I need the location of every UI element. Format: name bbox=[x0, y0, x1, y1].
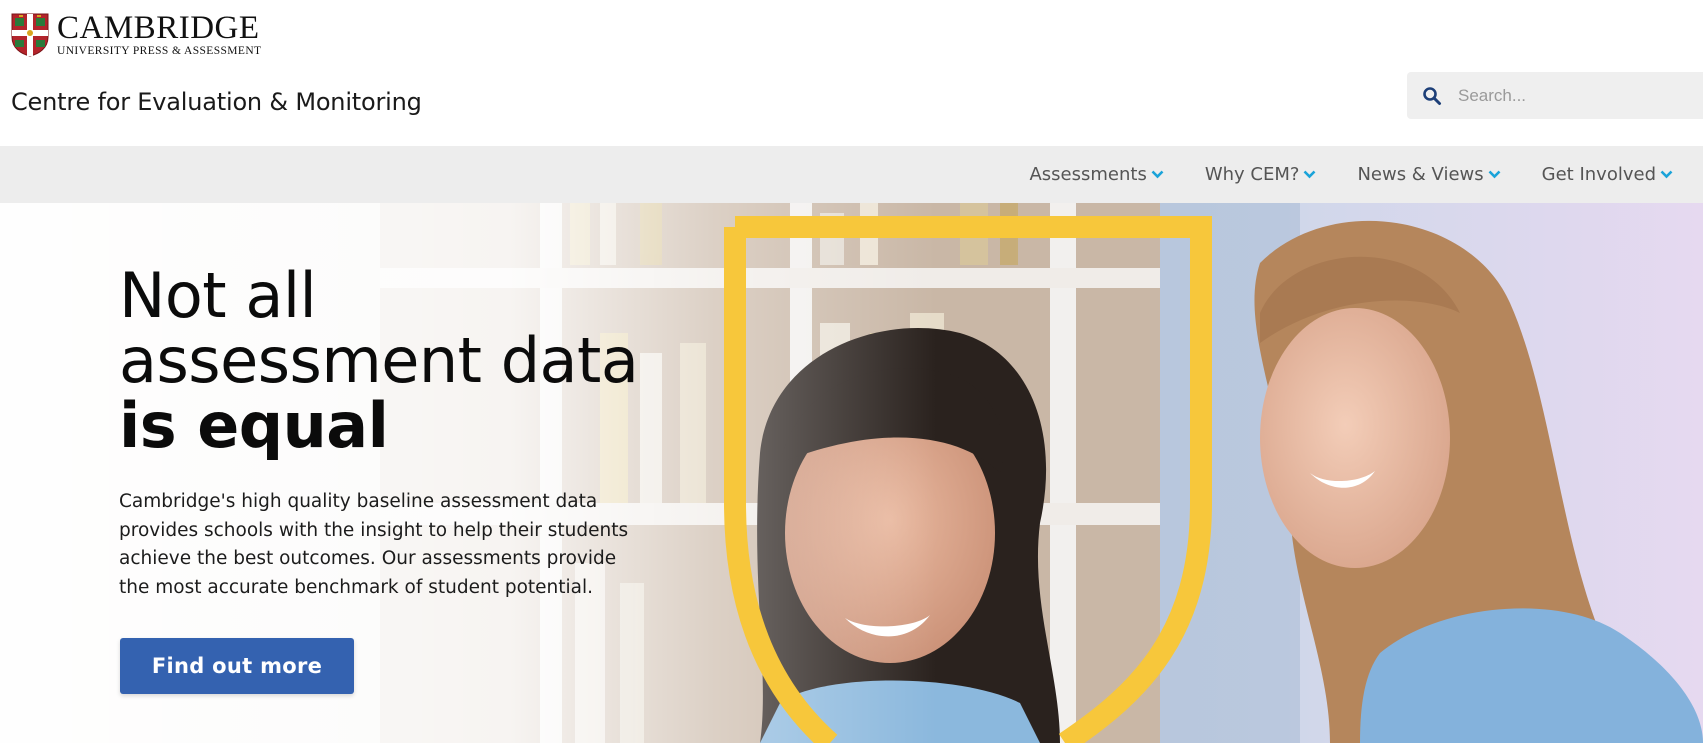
site-title[interactable]: Centre for Evaluation & Monitoring bbox=[11, 88, 422, 116]
cambridge-shield-icon bbox=[11, 13, 49, 57]
nav-item-label: Why CEM? bbox=[1204, 164, 1300, 185]
headline-line-2: assessment data bbox=[119, 324, 639, 397]
nav-item-label: Get Involved bbox=[1541, 164, 1656, 185]
chevron-down-icon bbox=[1304, 170, 1316, 179]
main-nav: Assessments Why CEM? News & Views Get In… bbox=[0, 146, 1703, 203]
nav-item-label: News & Views bbox=[1357, 164, 1484, 185]
nav-item-assessments[interactable]: Assessments bbox=[1029, 164, 1164, 185]
cambridge-logo[interactable]: CAMBRIDGE UNIVERSITY PRESS & ASSESSMENT bbox=[11, 10, 262, 58]
nav-items: Assessments Why CEM? News & Views Get In… bbox=[988, 146, 1673, 203]
hero-copy: Not all assessment data is equal Cambrid… bbox=[119, 263, 659, 602]
search-input[interactable] bbox=[1458, 85, 1698, 106]
headline-line-3: is equal bbox=[119, 389, 389, 462]
nav-item-label: Assessments bbox=[1029, 164, 1147, 185]
search-box bbox=[1407, 72, 1703, 119]
chevron-down-icon bbox=[1488, 170, 1501, 179]
search-icon[interactable] bbox=[1422, 86, 1442, 106]
chevron-down-icon bbox=[1660, 170, 1673, 179]
headline-line-1: Not all bbox=[119, 259, 317, 332]
logo-subtitle: UNIVERSITY PRESS & ASSESSMENT bbox=[57, 45, 262, 57]
nav-item-why-cem[interactable]: Why CEM? bbox=[1205, 164, 1317, 185]
chevron-down-icon bbox=[1151, 170, 1164, 179]
find-out-more-button[interactable]: Find out more bbox=[120, 638, 354, 694]
hero-description: Cambridge's high quality baseline assess… bbox=[119, 491, 629, 598]
hero-headline: Not all assessment data is equal bbox=[119, 263, 659, 458]
hero-banner: Not all assessment data is equal Cambrid… bbox=[0, 203, 1703, 743]
logo-title: CAMBRIDGE bbox=[57, 10, 260, 46]
nav-item-news-views[interactable]: News & Views bbox=[1357, 164, 1501, 185]
nav-item-get-involved[interactable]: Get Involved bbox=[1542, 164, 1673, 185]
site-header: CAMBRIDGE UNIVERSITY PRESS & ASSESSMENT … bbox=[0, 0, 1703, 146]
